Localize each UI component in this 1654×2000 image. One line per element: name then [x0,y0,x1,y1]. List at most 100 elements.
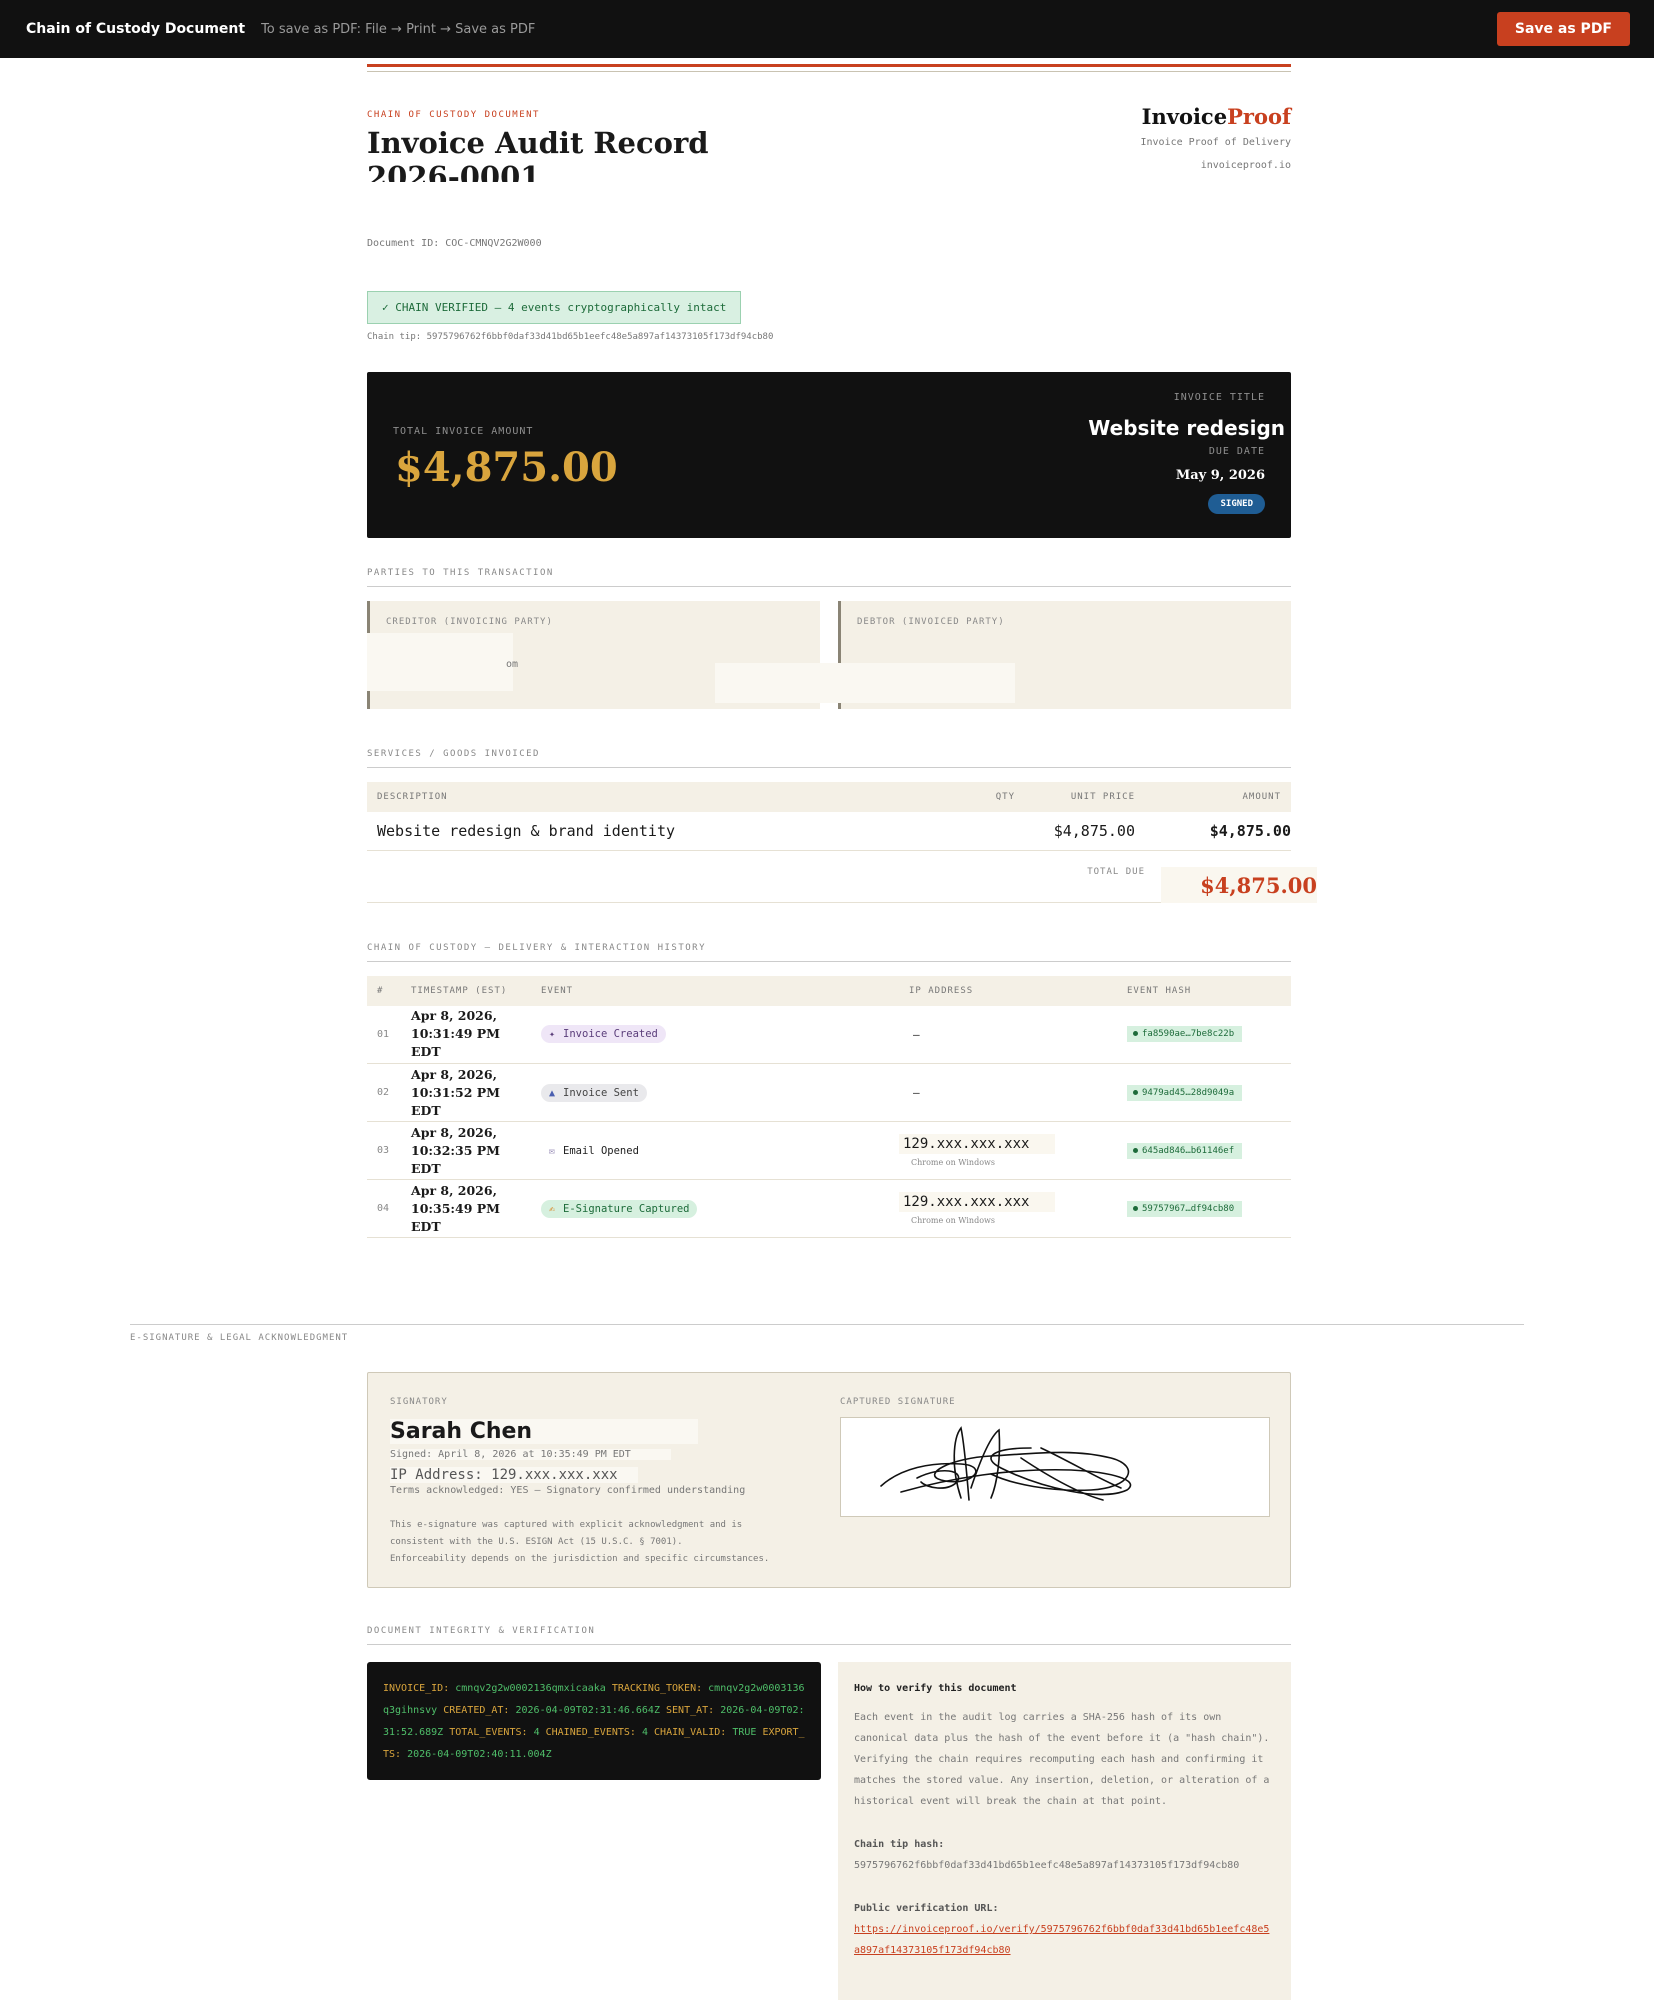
event-pill: ▲ Invoice Sent [541,1083,647,1102]
brand-logo: InvoiceProof [1141,104,1291,129]
custody-events-table: # TIMESTAMP (EST) EVENT IP ADDRESS EVENT… [367,975,1291,1238]
verification-instructions: How to verify this document Each event i… [838,1662,1291,2000]
status-badge: SIGNED [1208,494,1265,514]
event-cell: ✦ Invoice Created [531,1005,899,1064]
event-hash-cell: fa8590ae…7be8c22b [1117,1005,1291,1064]
col-ip: IP ADDRESS [899,975,1117,1006]
table-header-row: DESCRIPTION QTY UNIT PRICE AMOUNT [367,782,1291,812]
col-event: EVENT [531,975,899,1006]
event-pill: ✍ E-Signature Captured [541,1199,698,1218]
event-timestamp: Apr 8, 2026, 10:32:35 PM EDT [401,1121,531,1180]
event-num: 02 [367,1063,401,1122]
event-cell: ✉ Email Opened [531,1121,899,1180]
services-section-label: SERVICES / GOODS INVOICED [367,749,1291,768]
table-row: 03 Apr 8, 2026, 10:32:35 PM EDT ✉ Email Op… [367,1121,1291,1180]
table-header-row: # TIMESTAMP (EST) EVENT IP ADDRESS EVENT… [367,975,1291,1006]
col-timestamp: TIMESTAMP (EST) [401,975,531,1006]
event-hash: 645ad846…b61146ef [1127,1142,1243,1159]
col-qty: QTY [965,782,1025,812]
title-line-2: 2026-0001 [367,160,541,182]
chain-tip-label: Chain tip hash: [854,1839,945,1850]
integrity-section-label: DOCUMENT INTEGRITY & VERIFICATION [367,1626,1291,1645]
esign-section-label: E-SIGNATURE & LEGAL ACKNOWLEDGMENT [130,1333,349,1343]
integrity-section: DOCUMENT INTEGRITY & VERIFICATION [367,1626,1291,1645]
window-title: Chain of Custody Document [26,21,246,37]
terms-acknowledged: Terms acknowledged: YES — Signatory conf… [390,1485,746,1496]
legal-notice: This e-signature was captured with expli… [390,1520,770,1564]
event-hash-cell: 645ad846…b61146ef [1117,1121,1291,1180]
event-hash-cell: 59757967…df94cb80 [1117,1179,1291,1238]
captured-signature-label: CAPTURED SIGNATURE [840,1397,956,1407]
save-hint: To save as PDF: File → Print → Save as P… [261,21,536,37]
creditor-email-fragment: om [506,659,519,670]
event-hash: 59757967…df94cb80 [1127,1200,1243,1217]
event-hash-cell: 9479ad45…28d9049a [1117,1063,1291,1122]
event-hash: 9479ad45…28d9049a [1127,1084,1243,1101]
line-description: Website redesign & brand identity [367,812,965,851]
page-title: Invoice Audit Record 2026-0001 [367,126,747,182]
chain-verified-badge: ✓ CHAIN VERIFIED — 4 events cryptographi… [367,291,742,324]
chain-tip: Chain tip: 5975796762f6bbf0daf33d41bd65b… [367,332,774,342]
document-id: Document ID: COC-CMNQV2G2W000 [367,238,542,249]
col-num: # [367,975,401,1006]
event-num: 04 [367,1179,401,1238]
event-timestamp: Apr 8, 2026, 10:31:49 PM EDT [401,1005,531,1064]
signed-timestamp: Signed: April 8, 2026 at 10:35:49 PM EDT [390,1449,671,1460]
verification-url-label: Public verification URL: [854,1903,999,1914]
event-ip: 129.xxx.xxx.xxx Chrome on Windows [899,1179,1117,1238]
howto-body: Each event in the audit log carries a SH… [854,1712,1270,1807]
event-ip: — [899,1005,1117,1064]
parties-section-label: PARTIES TO THIS TRANSACTION [367,568,1291,587]
total-due-value: $4,875.00 [1161,866,1317,903]
header-rule [367,64,1291,67]
verification-url-link[interactable]: https://invoiceproof.io/verify/597579676… [854,1919,1275,1961]
total-amount: $4,875.00 [395,444,618,491]
line-amount: $4,875.00 [1145,812,1291,851]
sparkle-icon: ✦ [549,1029,556,1041]
signature-card: SIGNATORY Sarah Chen Signed: April 8, 20… [367,1372,1291,1588]
invoice-title: Website redesign [1088,416,1285,440]
signatory-name: Sarah Chen [390,1419,699,1444]
top-bar: Chain of Custody Document To save as PDF… [0,0,1654,58]
event-cell: ▲ Invoice Sent [531,1063,899,1122]
chain-tip-hash: 5975796762f6bbf0daf33d41bd65b1eefc48e5a8… [854,1860,1240,1871]
line-qty [965,812,1025,851]
event-timestamp: Apr 8, 2026, 10:31:52 PM EDT [401,1063,531,1122]
invoice-title-label: INVOICE TITLE [1173,392,1265,403]
envelope-icon: ✉ [549,1145,556,1157]
brand-block: InvoiceProof Invoice Proof of Delivery i… [1140,104,1291,171]
creditor-label: CREDITOR (INVOICING PARTY) [386,617,553,627]
header-rule-thin [367,71,1291,72]
events-section-label: CHAIN OF CUSTODY — DELIVERY & INTERACTIO… [367,943,1291,962]
col-hash: EVENT HASH [1117,975,1291,1006]
title-line-1: Invoice Audit Record [367,126,709,160]
total-due-label: TOTAL DUE [1087,866,1145,877]
col-description: DESCRIPTION [367,782,965,812]
col-unit-price: UNIT PRICE [1025,782,1145,812]
event-pill: ✦ Invoice Created [541,1025,666,1044]
col-amount: AMOUNT [1145,782,1291,812]
table-row: 01 Apr 8, 2026, 10:31:49 PM EDT ✦ Invoice … [367,1005,1291,1064]
event-ip: 129.xxx.xxx.xxx Chrome on Windows [899,1121,1117,1180]
document-page: CHAIN OF CUSTODY DOCUMENT Invoice Audit … [367,58,1317,1238]
total-due-row: TOTAL DUE $4,875.00 [367,851,1317,903]
line-unit-price: $4,875.00 [1025,812,1145,851]
event-cell: ✍ E-Signature Captured [531,1179,899,1238]
signature-drawing [880,1426,1132,1501]
services-table: DESCRIPTION QTY UNIT PRICE AMOUNT Websit… [367,782,1291,851]
redaction-mask [715,663,1015,703]
table-row: 04 Apr 8, 2026, 10:35:49 PM EDT ✍ E-Signat… [367,1179,1291,1238]
howto-title: How to verify this document [854,1683,1017,1694]
due-date-label: DUE DATE [1208,446,1265,457]
brand-url[interactable]: invoiceproof.io [1140,160,1291,171]
send-icon: ▲ [549,1087,556,1099]
table-row: Website redesign & brand identity $4,875… [367,812,1291,851]
signatory-ip: IP Address: 129.xxx.xxx.xxx [390,1467,638,1483]
brand-tagline: Invoice Proof of Delivery [1140,137,1291,148]
event-pill: ✉ Email Opened [549,1144,639,1157]
amount-label: TOTAL INVOICE AMOUNT [393,426,534,437]
due-date: May 9, 2026 [1175,468,1265,483]
event-num: 01 [367,1005,401,1064]
save-as-pdf-button[interactable]: Save as PDF [1496,12,1630,46]
pen-icon: ✍ [549,1203,556,1215]
